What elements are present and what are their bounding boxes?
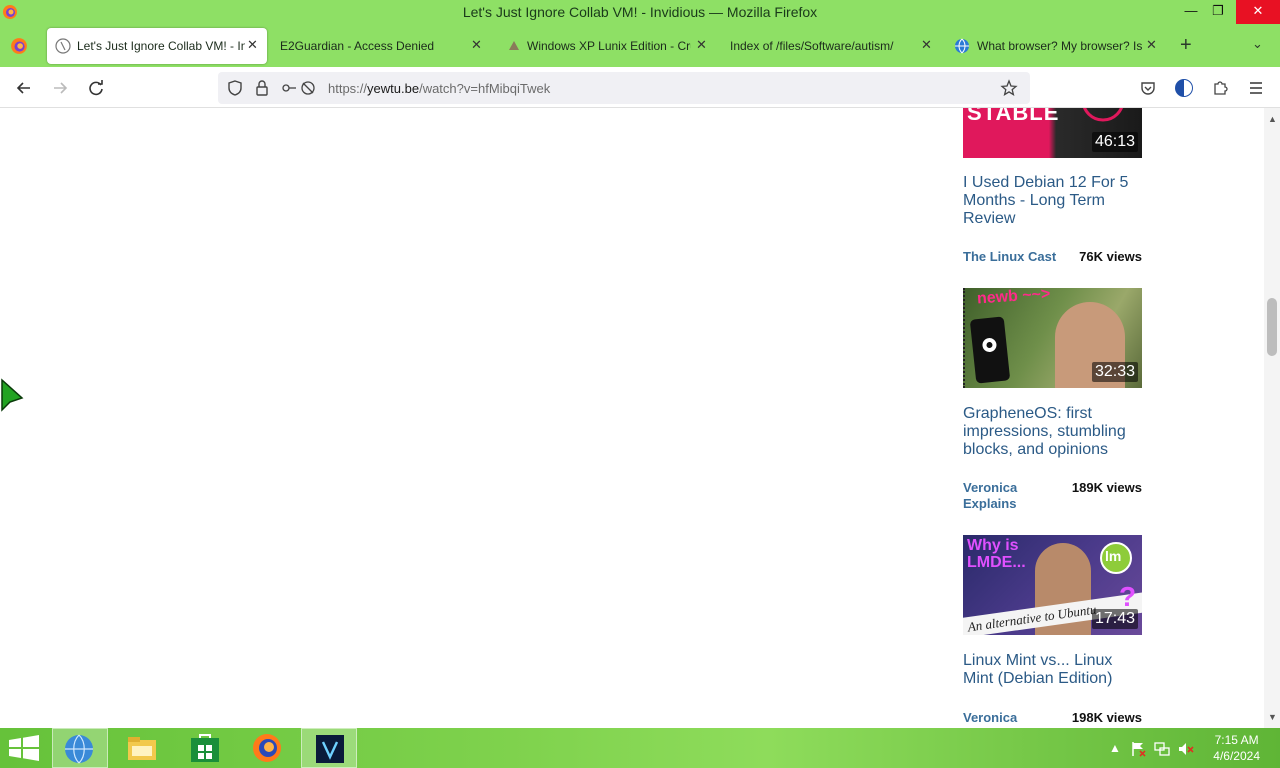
permissions-icon[interactable] xyxy=(280,79,316,97)
view-count: 189K views xyxy=(1071,480,1142,495)
taskbar-vcs-button[interactable] xyxy=(301,728,357,768)
scrollbar-thumb[interactable] xyxy=(1267,298,1277,356)
close-window-button[interactable]: ✕ xyxy=(1236,0,1280,24)
account-avatar-icon[interactable] xyxy=(1173,77,1195,99)
page-content: STABLE 46:13 I Used Debian 12 For 5 Mont… xyxy=(0,108,1264,728)
crux-icon xyxy=(509,41,519,50)
globe-icon xyxy=(65,734,93,764)
lock-icon[interactable] xyxy=(254,79,270,97)
window-title: Let's Just Ignore Collab VM! - Invidious… xyxy=(462,4,818,20)
tab-label: E2Guardian - Access Denied xyxy=(280,39,435,53)
vertical-scrollbar[interactable]: ▲ ▼ xyxy=(1264,108,1280,728)
thumbnail-text: STABLE xyxy=(967,108,1060,125)
action-center-flag-icon[interactable] xyxy=(1129,740,1147,758)
tab-label: What browser? My browser? Is xyxy=(977,39,1143,53)
url-bar[interactable]: https://yewtu.be/watch?v=hfMibqiTwek xyxy=(218,72,1030,104)
thumbnail-border xyxy=(963,288,967,388)
close-tab-icon[interactable]: ✕ xyxy=(247,37,258,53)
start-icon[interactable] xyxy=(0,728,48,768)
tab-windows-xp-lunix[interactable]: Windows XP Lunix Edition - Cru ✕ xyxy=(498,28,714,64)
video-thumbnail[interactable]: STABLE 46:13 xyxy=(963,108,1142,158)
tab-strip: Let's Just Ignore Collab VM! - In ✕ E2Gu… xyxy=(0,24,1280,67)
clock-date: 4/6/2024 xyxy=(1213,749,1260,763)
file-explorer-icon xyxy=(128,737,156,760)
view-count: 198K views xyxy=(1071,710,1142,725)
list-all-tabs-chevron-icon[interactable]: ⌄ xyxy=(1252,36,1263,52)
volume-muted-icon[interactable] xyxy=(1177,740,1195,758)
system-clock[interactable]: 7:15 AM 4/6/2024 xyxy=(1213,732,1260,764)
taskbar-globe-button[interactable] xyxy=(52,728,108,768)
firefox-icon xyxy=(253,734,281,762)
store-icon xyxy=(191,734,219,762)
thumbnail-text: Why is LMDE... xyxy=(967,537,1026,571)
taskbar: ▲ 7:15 AM 4/6/2024 xyxy=(0,728,1280,768)
title-bar: Let's Just Ignore Collab VM! - Invidious… xyxy=(0,0,1280,24)
extensions-puzzle-icon[interactable] xyxy=(1211,79,1229,97)
reload-icon[interactable] xyxy=(85,77,107,99)
taskbar-firefox-button[interactable] xyxy=(239,728,295,768)
scroll-up-arrow-icon[interactable]: ▲ xyxy=(1268,114,1277,124)
tab-active[interactable]: Let's Just Ignore Collab VM! - In ✕ xyxy=(47,28,267,64)
tab-e2guardian[interactable]: E2Guardian - Access Denied ✕ xyxy=(272,28,490,64)
graphene-logo-icon xyxy=(982,338,997,353)
vcs-icon xyxy=(316,735,344,763)
tab-label: Windows XP Lunix Edition - Cru xyxy=(527,39,691,53)
view-count: 76K views xyxy=(1079,249,1142,264)
thumbnail-decoration-icon xyxy=(1083,108,1123,122)
video-title-link[interactable]: Linux Mint vs... Linux Mint (Debian Edit… xyxy=(963,652,1143,688)
invidious-icon xyxy=(55,38,71,54)
tracking-protection-shield-icon[interactable] xyxy=(226,79,244,97)
close-tab-icon[interactable]: ✕ xyxy=(1146,37,1157,53)
url-text[interactable]: https://yewtu.be/watch?v=hfMibqiTwek xyxy=(328,81,550,96)
video-thumbnail[interactable]: Why is LMDE... lm An alternative to Ubun… xyxy=(963,535,1142,635)
mouse-cursor-icon xyxy=(1,378,24,412)
bookmark-star-icon[interactable] xyxy=(1000,79,1018,97)
taskbar-store-button[interactable] xyxy=(177,728,233,768)
tab-label: Index of /files/Software/autism/ xyxy=(730,39,894,53)
phone-graphic xyxy=(969,316,1011,384)
hamburger-menu-icon[interactable] xyxy=(1247,79,1265,97)
taskbar-explorer-button[interactable] xyxy=(115,728,171,768)
back-arrow-icon[interactable] xyxy=(13,77,35,99)
video-duration: 46:13 xyxy=(1091,132,1138,152)
video-title-link[interactable]: I Used Debian 12 For 5 Months - Long Ter… xyxy=(963,174,1143,228)
video-title-link[interactable]: GrapheneOS: first impressions, stumbling… xyxy=(963,405,1143,459)
tab-label: Let's Just Ignore Collab VM! - In xyxy=(77,39,245,53)
scroll-down-arrow-icon[interactable]: ▼ xyxy=(1268,712,1277,722)
video-duration: 32:33 xyxy=(1091,362,1138,382)
video-duration: 17:43 xyxy=(1091,609,1138,629)
close-tab-icon[interactable]: ✕ xyxy=(696,37,707,53)
close-tab-icon[interactable]: ✕ xyxy=(471,37,482,53)
firefox-view-icon[interactable] xyxy=(10,37,28,55)
video-thumbnail[interactable]: newb ~~> 32:33 xyxy=(963,288,1142,388)
clock-time: 7:15 AM xyxy=(1214,733,1259,747)
minimize-button[interactable]: — xyxy=(1176,0,1206,24)
restore-button[interactable]: ❐ xyxy=(1203,0,1233,24)
globe-favicon-icon xyxy=(955,38,969,54)
network-icon[interactable] xyxy=(1153,740,1171,758)
tab-what-browser[interactable]: What browser? My browser? Is ✕ xyxy=(948,28,1164,64)
show-hidden-icons-icon[interactable]: ▲ xyxy=(1109,741,1121,755)
new-tab-button[interactable]: + xyxy=(1180,34,1192,57)
forward-arrow-icon[interactable] xyxy=(49,77,71,99)
navigation-toolbar: https://yewtu.be/watch?v=hfMibqiTwek xyxy=(0,67,1280,108)
tab-index-files[interactable]: Index of /files/Software/autism/ ✕ xyxy=(722,28,944,64)
linux-mint-badge: lm xyxy=(1105,548,1122,564)
pocket-icon[interactable] xyxy=(1139,79,1157,97)
close-tab-icon[interactable]: ✕ xyxy=(921,37,932,53)
